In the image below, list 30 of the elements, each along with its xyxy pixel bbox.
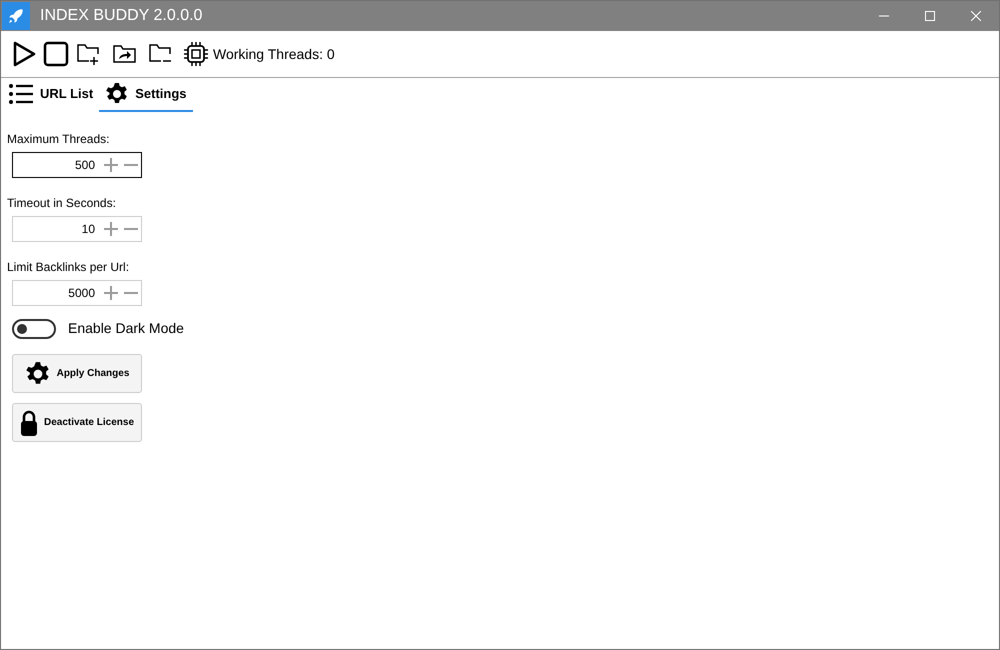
number-field[interactable]: 10 bbox=[12, 216, 142, 242]
number-field[interactable]: 5000 bbox=[12, 280, 142, 306]
field-label: Maximum Threads: bbox=[7, 131, 110, 148]
stop-button[interactable] bbox=[41, 41, 71, 67]
tab[interactable]: Settings bbox=[99, 78, 193, 112]
maximize-icon bbox=[925, 11, 935, 21]
plus-button[interactable] bbox=[103, 285, 119, 301]
tab[interactable]: URL List bbox=[6, 78, 96, 112]
chip-icon bbox=[183, 41, 209, 67]
gear-icon bbox=[24, 360, 51, 386]
working-threads-label: Working Threads: 0 bbox=[213, 44, 335, 64]
list-icon bbox=[8, 83, 34, 105]
field-label: Limit Backlinks per Url: bbox=[7, 259, 130, 276]
toggle-label: Enable Dark Mode bbox=[68, 319, 184, 338]
rocket-icon bbox=[2, 2, 30, 30]
close-icon bbox=[971, 11, 981, 21]
gear-icon bbox=[105, 82, 130, 106]
lock-icon bbox=[20, 408, 38, 436]
plus-button[interactable] bbox=[103, 221, 119, 237]
minus-icon bbox=[123, 164, 139, 166]
toggle-switch[interactable] bbox=[12, 318, 56, 338]
number-field[interactable]: 500 bbox=[12, 152, 142, 178]
plus-button[interactable] bbox=[103, 157, 119, 173]
minus-icon bbox=[123, 292, 139, 294]
field-label: Timeout in Seconds: bbox=[7, 195, 116, 212]
play-button[interactable] bbox=[11, 41, 37, 67]
minus-icon bbox=[123, 228, 139, 230]
window-title: INDEX BUDDY 2.0.0.0 bbox=[40, 6, 202, 26]
action-button[interactable]: Apply Changes bbox=[12, 354, 142, 393]
action-button[interactable]: Deactivate License bbox=[12, 403, 142, 442]
